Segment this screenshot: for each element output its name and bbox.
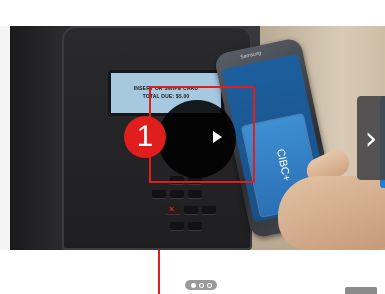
- phone-brand: Samsung: [239, 50, 262, 61]
- highlight-badge: 1: [124, 116, 166, 158]
- corner-button[interactable]: [345, 287, 377, 294]
- card-top-area: [0, 0, 385, 26]
- terminal-key: [184, 206, 198, 214]
- screenshot-stage: × INSERT OR SWIPE CARD TOTAL DUE: $5.00 …: [0, 0, 385, 294]
- carousel-pager: [185, 280, 217, 290]
- pager-dot[interactable]: [206, 282, 212, 288]
- pager-dot[interactable]: [198, 282, 204, 288]
- terminal-key: [170, 190, 184, 198]
- payment-card-text: CIBC+: [273, 147, 293, 183]
- terminal-key: [202, 206, 216, 214]
- terminal-cancel-key: ×: [166, 204, 180, 214]
- chevron-right-icon[interactable]: ›: [357, 96, 385, 180]
- terminal-key: [188, 222, 202, 230]
- pager-dot-active[interactable]: [190, 282, 196, 288]
- terminal-key: [152, 190, 166, 198]
- highlight-line: [158, 250, 160, 294]
- terminal-key: [170, 222, 184, 230]
- video-bg-left: [10, 26, 70, 250]
- hand-image: [278, 176, 385, 250]
- terminal-key: [188, 190, 202, 198]
